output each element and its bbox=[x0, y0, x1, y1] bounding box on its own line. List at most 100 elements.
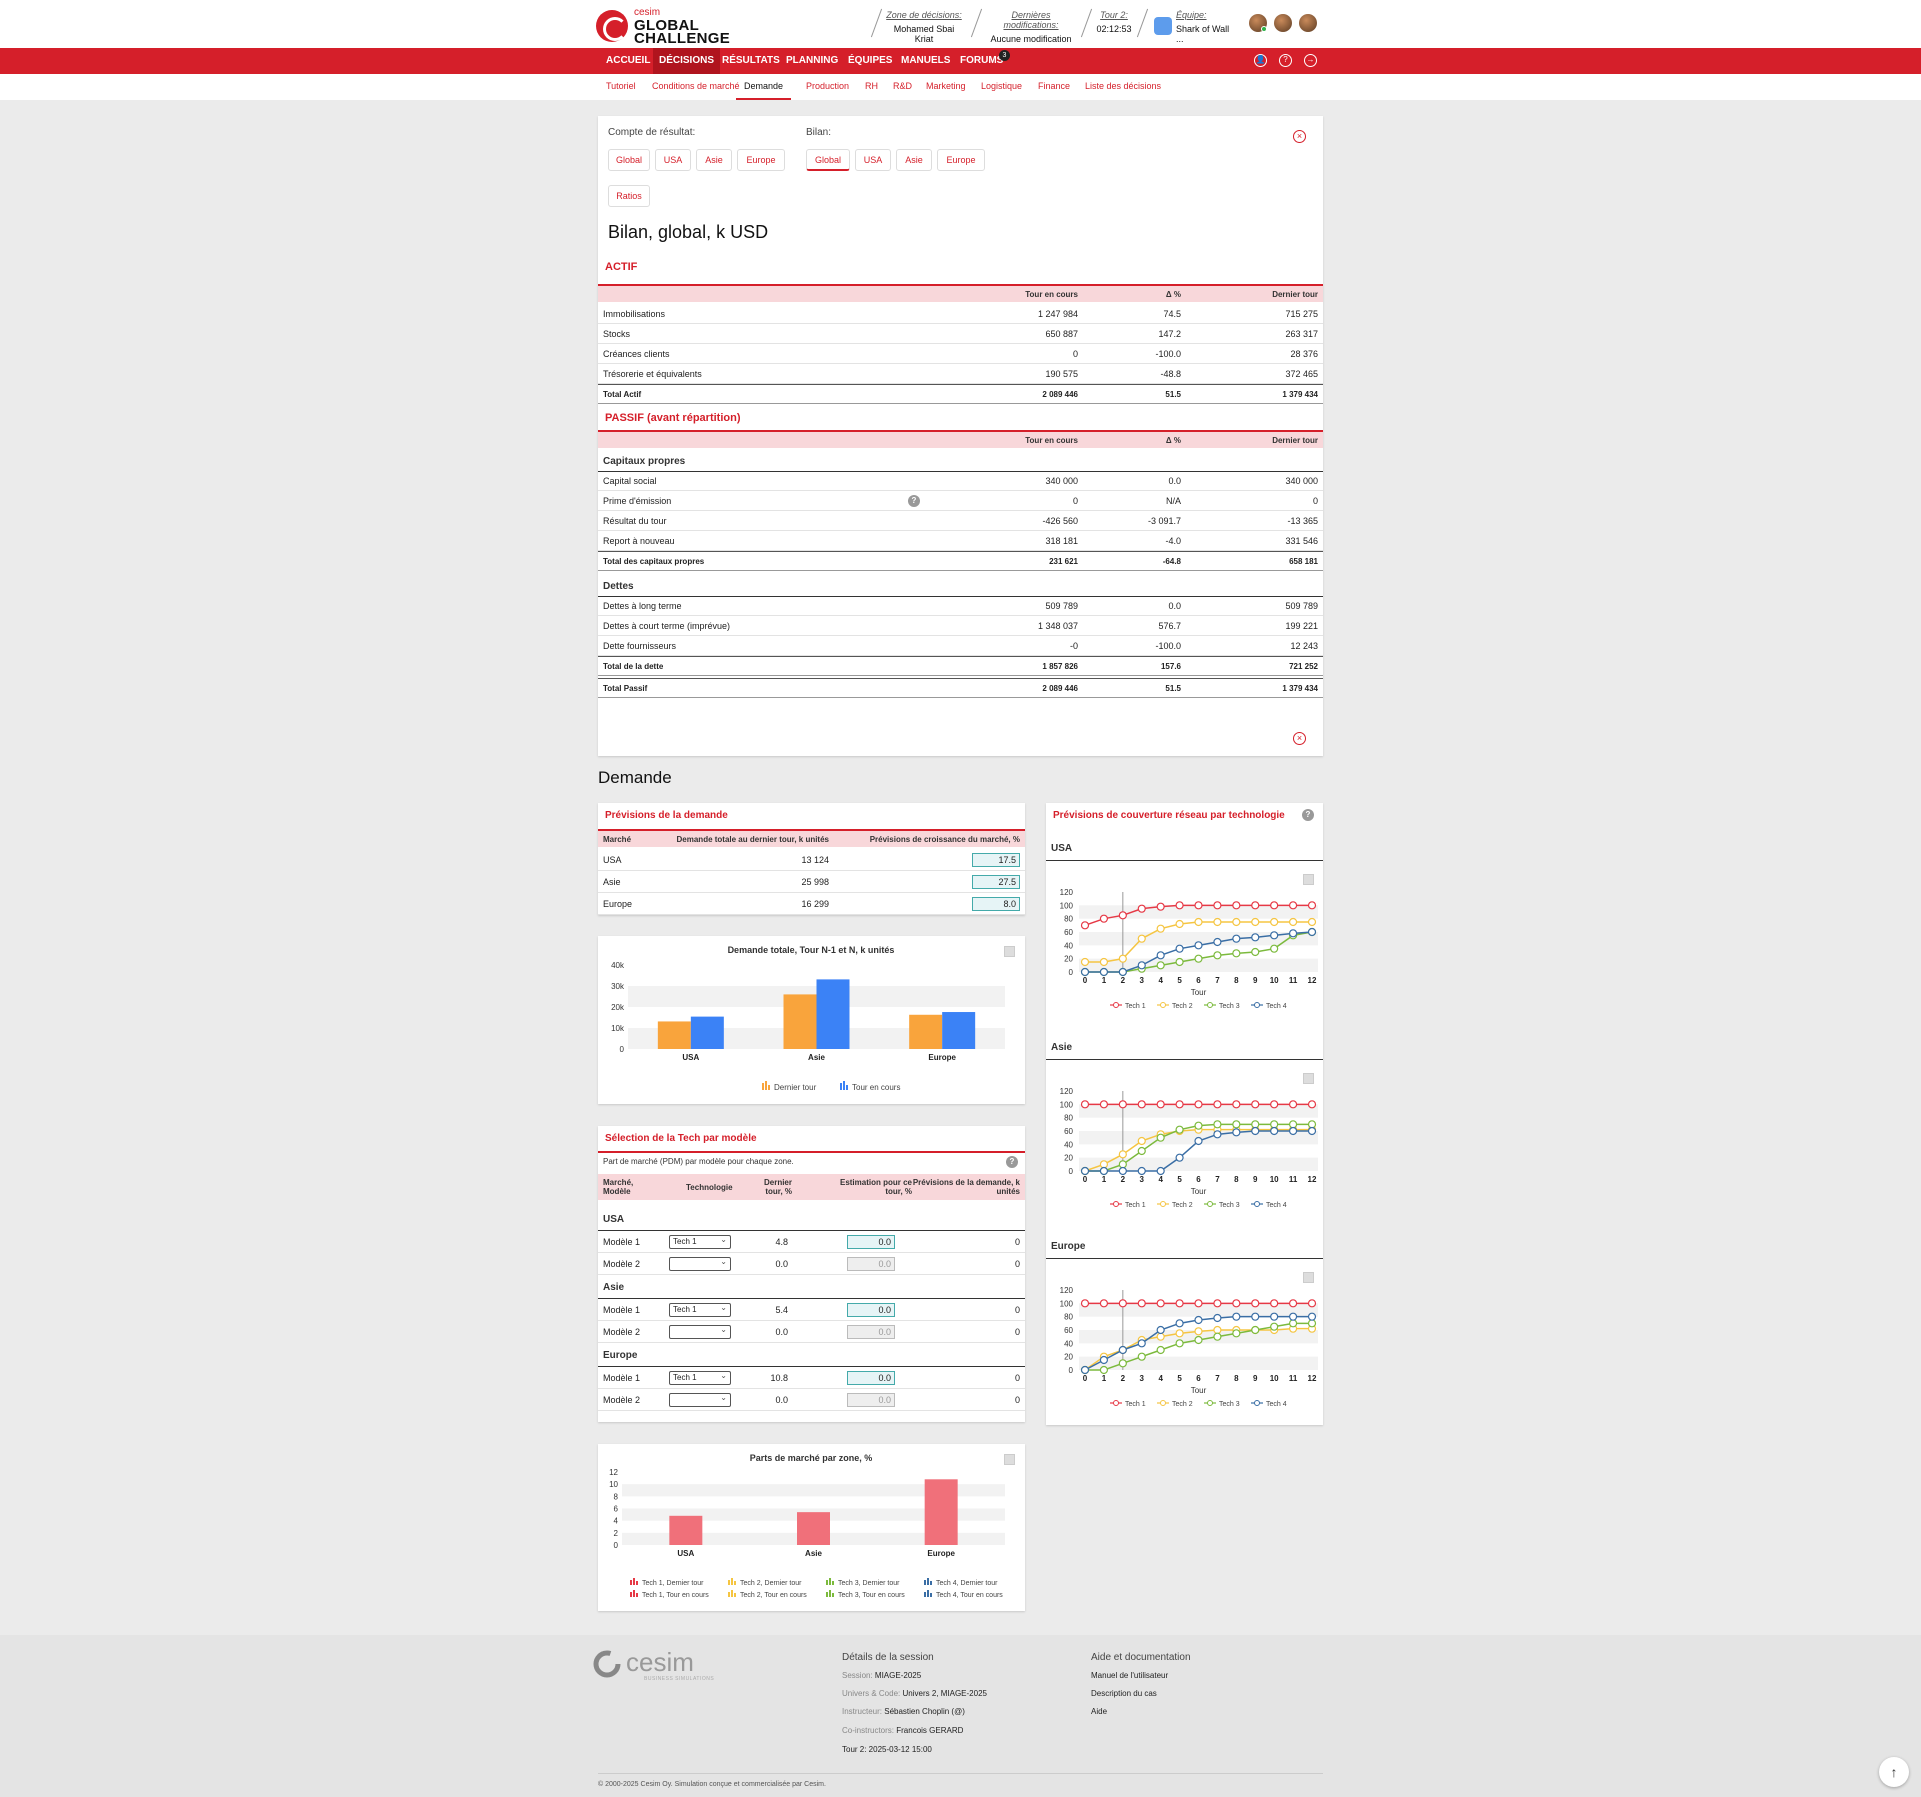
technology-select[interactable] bbox=[669, 1392, 731, 1407]
data-point bbox=[1156, 1166, 1165, 1176]
subnav-demande[interactable]: Demande bbox=[736, 74, 792, 100]
nav-decisions[interactable]: DÉCISIONS bbox=[653, 48, 721, 74]
legend-item[interactable]: Dernier tour bbox=[762, 1081, 817, 1092]
scroll-top-button[interactable]: ↑ bbox=[1879, 1757, 1909, 1787]
avatar[interactable] bbox=[1299, 14, 1317, 32]
legend-item[interactable]: Tech 1 bbox=[1110, 1201, 1146, 1210]
legend-item[interactable]: Tech 4 bbox=[1251, 1002, 1287, 1011]
legend-item[interactable]: Tech 3 bbox=[1204, 1002, 1240, 1011]
legend-item[interactable]: Tech 2, Tour en cours bbox=[728, 1590, 807, 1599]
data-point bbox=[1251, 1100, 1260, 1109]
bilan-global-button[interactable]: Global bbox=[806, 149, 850, 171]
legend-item[interactable]: Tech 1, Dernier tour bbox=[630, 1578, 704, 1587]
share-estimate-input[interactable]: 0.0 bbox=[847, 1393, 895, 1407]
user-manual-link[interactable]: Manuel de l'utilisateur bbox=[1091, 1671, 1168, 1680]
share-estimate-input[interactable]: 0.0 bbox=[847, 1235, 895, 1249]
help-icon[interactable]: ? bbox=[1279, 54, 1292, 67]
close-icon[interactable]: × bbox=[1293, 732, 1306, 745]
last-share-value: 5.4 bbox=[775, 1304, 788, 1315]
market-share-chart: Parts de marché par zone, % 0 2 4 6 8 10 12 USA A… bbox=[609, 1453, 1005, 1599]
tour-value: 02:12:53 bbox=[1096, 24, 1132, 34]
nav-manuels[interactable]: MANUELS bbox=[901, 48, 950, 74]
share-estimate-input[interactable]: 0.0 bbox=[847, 1257, 895, 1271]
decision-zone[interactable]: Zone de décisions: Mohamed Sbai Kriat bbox=[884, 10, 964, 44]
legend-item[interactable]: Tech 2 bbox=[1157, 1002, 1193, 1011]
case-description-link[interactable]: Description du cas bbox=[1091, 1689, 1157, 1698]
x-axis-label: Tour bbox=[1191, 1187, 1207, 1196]
user-icon[interactable]: 👤 bbox=[1254, 54, 1267, 67]
help-icon[interactable]: ? bbox=[1006, 1156, 1018, 1168]
nav-accueil[interactable]: ACCUEIL bbox=[606, 48, 650, 74]
technology-select[interactable]: Tech 1 bbox=[669, 1234, 731, 1249]
legend-item[interactable]: Tech 3 bbox=[1204, 1400, 1240, 1409]
value-previous: 331 546 bbox=[1285, 535, 1318, 546]
legend-item[interactable]: Tour en cours bbox=[840, 1081, 900, 1092]
share-estimate-input[interactable]: 0.0 bbox=[847, 1303, 895, 1317]
legend-item[interactable]: Tech 2 bbox=[1157, 1201, 1193, 1210]
subnav-production[interactable]: Production bbox=[806, 74, 849, 100]
round-timer[interactable]: Tour 2: 02:12:53 bbox=[1094, 10, 1134, 34]
share-estimate-input[interactable]: 0.0 bbox=[847, 1371, 895, 1385]
x-tick-label: 4 bbox=[1158, 976, 1163, 985]
compte-europe-button[interactable]: Europe bbox=[737, 149, 785, 171]
compte-ratios-button[interactable]: Ratios bbox=[608, 185, 650, 207]
chart-menu-icon[interactable] bbox=[1004, 1454, 1015, 1465]
technology-select[interactable] bbox=[669, 1324, 731, 1339]
legend-item[interactable]: Tech 1 bbox=[1110, 1400, 1146, 1409]
legend-item[interactable]: Tech 3, Dernier tour bbox=[826, 1578, 900, 1587]
help-icon[interactable]: ? bbox=[1302, 809, 1314, 821]
chart-menu-icon[interactable] bbox=[1004, 946, 1015, 957]
subnav-rh[interactable]: RH bbox=[865, 74, 878, 100]
y-tick-label: 10 bbox=[609, 1480, 618, 1489]
subnav-finance[interactable]: Finance bbox=[1038, 74, 1070, 100]
bilan-usa-button[interactable]: USA bbox=[855, 149, 891, 171]
subnav-tutoriel[interactable]: Tutoriel bbox=[606, 74, 636, 100]
legend-item[interactable]: Tech 3 bbox=[1204, 1201, 1240, 1210]
subnav-rd[interactable]: R&D bbox=[893, 74, 912, 100]
legend-item[interactable]: Tech 1, Tour en cours bbox=[630, 1590, 709, 1599]
x-tick-label: USA bbox=[682, 1053, 699, 1062]
growth-forecast-input[interactable]: 27.5 bbox=[972, 875, 1020, 889]
growth-forecast-input[interactable]: 17.5 bbox=[972, 853, 1020, 867]
last-modifications[interactable]: Dernières modifications: Aucune modifica… bbox=[986, 10, 1076, 44]
instructor-value[interactable]: Sébastien Choplin (@) bbox=[884, 1707, 965, 1716]
avatar[interactable] bbox=[1274, 14, 1292, 32]
logout-icon[interactable]: → bbox=[1304, 54, 1317, 67]
technology-select[interactable]: Tech 1 bbox=[669, 1370, 731, 1385]
compte-asie-button[interactable]: Asie bbox=[696, 149, 732, 171]
model-name: Modèle 1 bbox=[603, 1236, 641, 1247]
nav-forums[interactable]: FORUMS bbox=[960, 48, 1003, 74]
subnav-logistique[interactable]: Logistique bbox=[981, 74, 1022, 100]
growth-forecast-input[interactable]: 8.0 bbox=[972, 897, 1020, 911]
app-logo[interactable]: cesim GLOBAL CHALLENGE bbox=[596, 6, 730, 46]
subnav-marketing[interactable]: Marketing bbox=[926, 74, 966, 100]
subnav-liste-decisions[interactable]: Liste des décisions bbox=[1085, 74, 1161, 100]
help-icon[interactable]: ? bbox=[908, 495, 920, 507]
compte-usa-button[interactable]: USA bbox=[655, 149, 691, 171]
share-estimate-input[interactable]: 0.0 bbox=[847, 1325, 895, 1339]
nav-planning[interactable]: PLANNING bbox=[786, 48, 838, 74]
legend-item[interactable]: Tech 3, Tour en cours bbox=[826, 1590, 905, 1599]
y-tick-label: 120 bbox=[1060, 888, 1074, 897]
nav-equipes[interactable]: ÉQUIPES bbox=[848, 48, 892, 74]
technology-select[interactable] bbox=[669, 1256, 731, 1271]
close-icon[interactable]: × bbox=[1293, 130, 1306, 143]
legend-item[interactable]: Tech 4 bbox=[1251, 1400, 1287, 1409]
legend-item[interactable]: Tech 4 bbox=[1251, 1201, 1287, 1210]
legend-item[interactable]: Tech 4, Dernier tour bbox=[924, 1578, 998, 1587]
nav-resultats[interactable]: RÉSULTATS bbox=[722, 48, 780, 74]
help-link[interactable]: Aide bbox=[1091, 1707, 1107, 1716]
team-info[interactable]: Équipe: Shark of Wall ... bbox=[1176, 10, 1238, 44]
technology-select[interactable]: Tech 1 bbox=[669, 1302, 731, 1317]
data-point bbox=[1251, 947, 1260, 957]
compte-global-button[interactable]: Global bbox=[608, 149, 650, 171]
bilan-europe-button[interactable]: Europe bbox=[937, 149, 985, 171]
bilan-asie-button[interactable]: Asie bbox=[896, 149, 932, 171]
y-tick-label: 20 bbox=[1064, 1154, 1073, 1163]
legend-item[interactable]: Tech 4, Tour en cours bbox=[924, 1590, 1003, 1599]
legend-item[interactable]: Tech 2 bbox=[1157, 1400, 1193, 1409]
legend-item[interactable]: Tech 2, Dernier tour bbox=[728, 1578, 802, 1587]
x-tick-label: 2 bbox=[1121, 976, 1126, 985]
subnav-conditions[interactable]: Conditions de marché bbox=[652, 74, 740, 100]
legend-item[interactable]: Tech 1 bbox=[1110, 1002, 1146, 1011]
